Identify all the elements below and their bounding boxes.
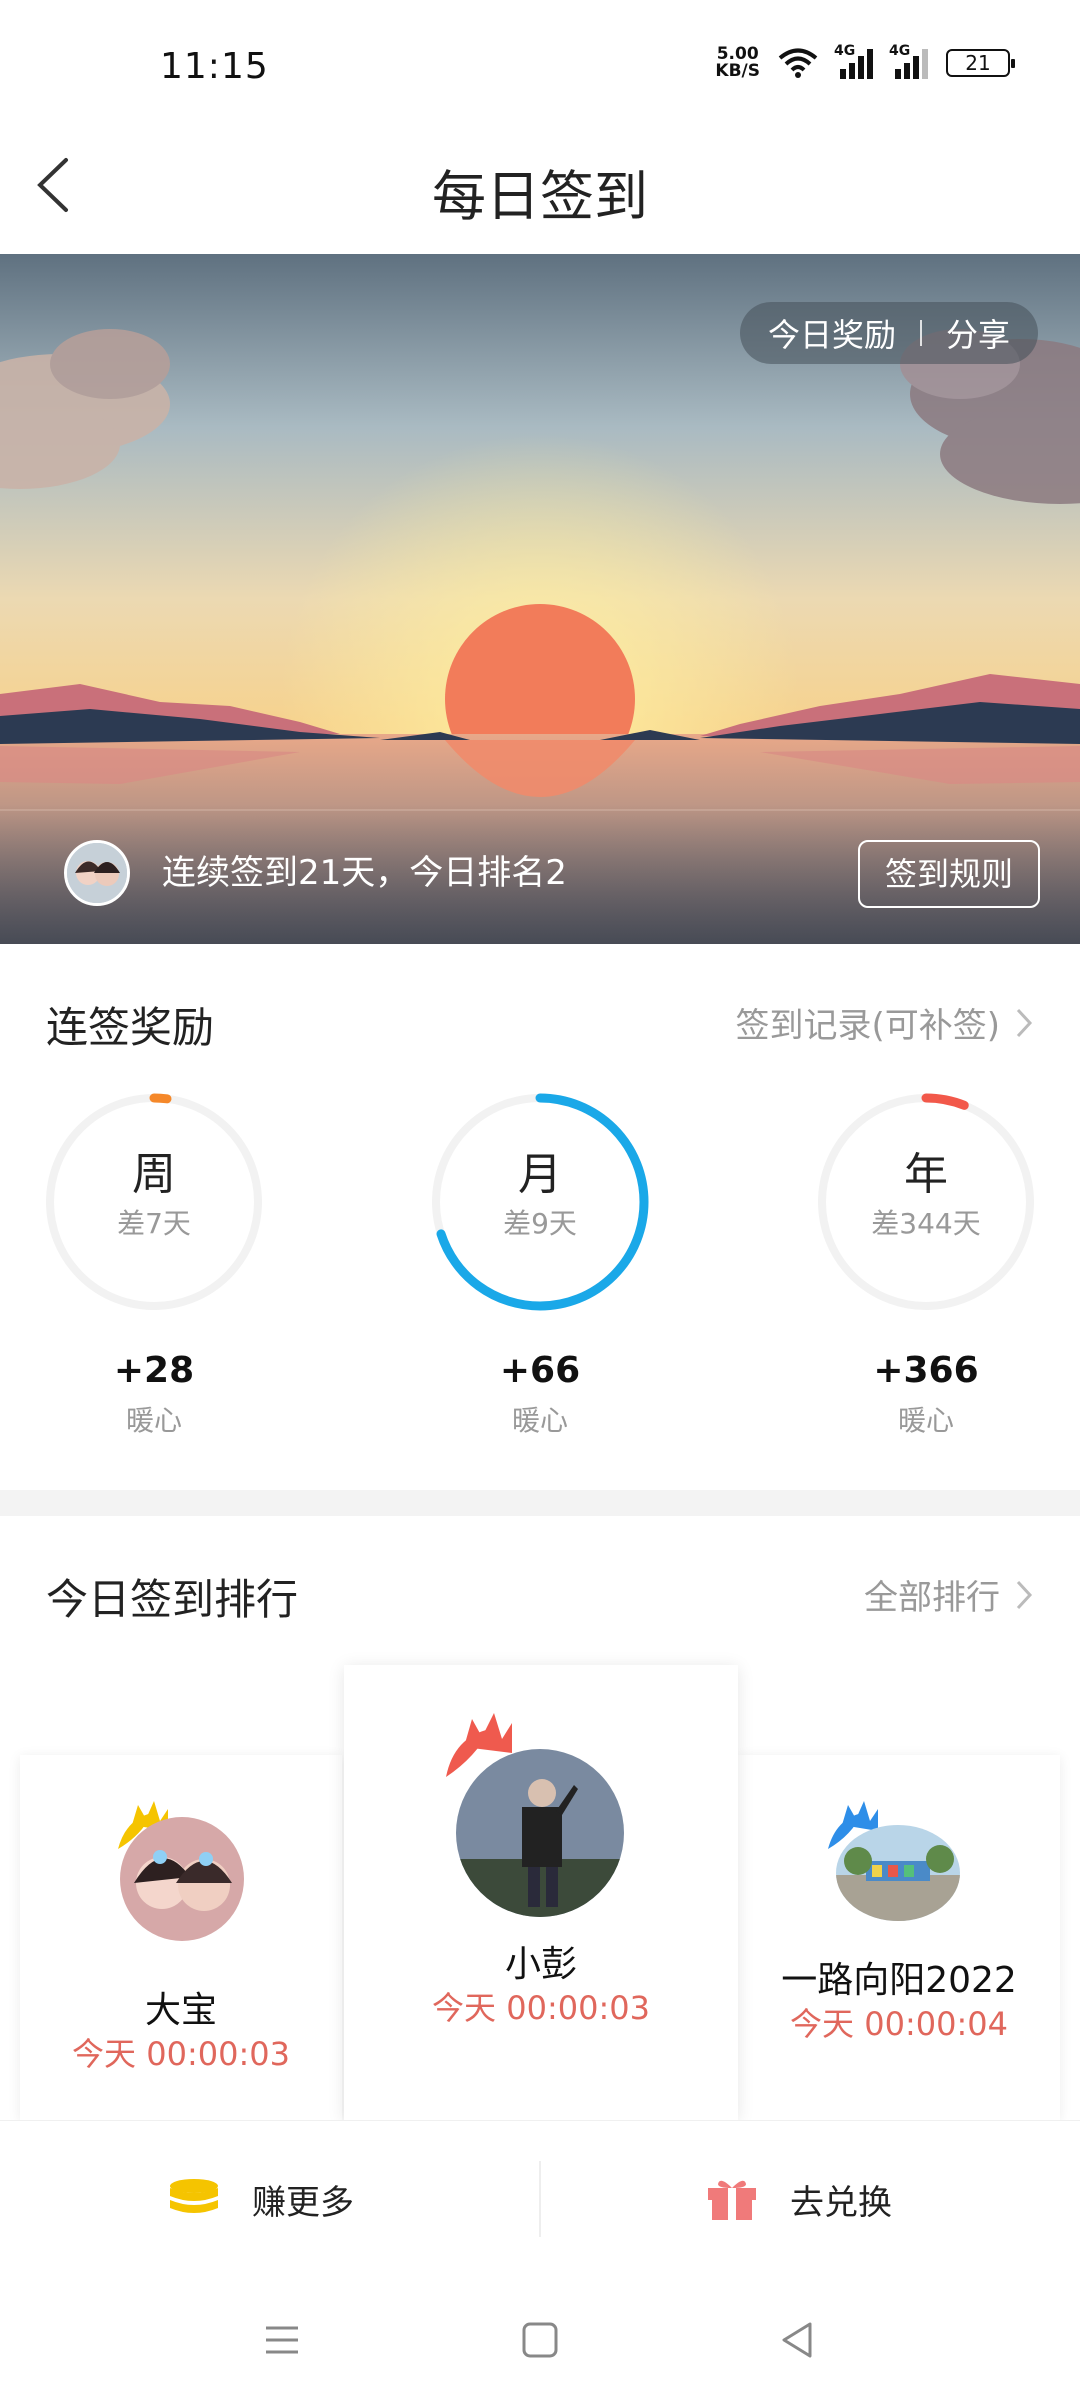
rank-name-first: 小彭 bbox=[504, 1944, 577, 1985]
bottom-divider bbox=[539, 2161, 541, 2237]
menu-icon[interactable] bbox=[252, 2310, 312, 2370]
chevron-right-icon bbox=[1016, 1008, 1033, 1037]
year-reward-amount: +366 bbox=[873, 1350, 979, 1391]
reward-share-pill: 今日奖励 分享 bbox=[739, 302, 1038, 364]
coin-stack-icon bbox=[170, 2179, 218, 2213]
signal-icon-sim1: 4G bbox=[834, 43, 873, 79]
rank-avatar-third bbox=[836, 1825, 960, 1921]
ranking-section-title: 今日签到排行 bbox=[46, 1575, 299, 1624]
rank-card-first[interactable]: 小彭 今天 00:00:03 bbox=[344, 1665, 738, 2120]
rank-card-third[interactable]: 一路向阳2022 今天 00:00:04 bbox=[738, 1755, 1060, 2120]
share-link[interactable]: 分享 bbox=[946, 310, 1010, 356]
app-header: 每日签到 bbox=[0, 120, 1080, 254]
rank-name-second: 大宝 bbox=[144, 1990, 217, 2031]
checkin-rules-button[interactable]: 签到规则 bbox=[858, 840, 1040, 908]
status-bar: 11:15 5.00 KB/S 4G 4G 21 bbox=[0, 0, 1080, 120]
week-remaining: 差7天 bbox=[117, 1207, 191, 1240]
streak-section-title: 连签奖励 bbox=[46, 1003, 215, 1052]
streak-section-header: 连签奖励 签到记录(可补签) bbox=[0, 980, 1080, 1060]
year-remaining: 差344天 bbox=[871, 1207, 981, 1240]
system-nav-bar bbox=[0, 2276, 1080, 2400]
year-label: 年 bbox=[904, 1149, 948, 1200]
exchange-button[interactable]: 去兑换 bbox=[706, 2121, 892, 2277]
net-speed: 5.00 KB/S bbox=[715, 44, 760, 81]
chevron-right-icon bbox=[1016, 1580, 1033, 1609]
year-reward-unit: 暖心 bbox=[897, 1404, 954, 1437]
checkin-record-link[interactable]: 签到记录(可补签) bbox=[735, 998, 1034, 1047]
streak-week[interactable]: 周 差7天 +28 暖心 bbox=[34, 1090, 274, 1439]
month-remaining: 差9天 bbox=[503, 1207, 577, 1240]
gift-icon bbox=[708, 2180, 756, 2220]
wifi-icon bbox=[778, 48, 818, 78]
rank-time-second: 今天 00:00:03 bbox=[72, 2035, 290, 2073]
week-reward-unit: 暖心 bbox=[125, 1404, 182, 1437]
home-square-icon[interactable] bbox=[510, 2310, 570, 2370]
page-title: 每日签到 bbox=[432, 165, 648, 228]
section-divider bbox=[0, 1490, 1080, 1516]
streak-year[interactable]: 年 差344天 +366 暖心 bbox=[806, 1090, 1046, 1439]
rank-card-second[interactable]: 大宝 今天 00:00:03 bbox=[20, 1755, 342, 2120]
all-ranking-link[interactable]: 全部排行 bbox=[864, 1570, 1034, 1619]
back-triangle-icon[interactable] bbox=[768, 2310, 828, 2370]
rank-avatar-first bbox=[456, 1749, 624, 1917]
user-avatar[interactable] bbox=[64, 840, 130, 906]
battery-icon: 21 bbox=[946, 49, 1015, 77]
rank-name-third: 一路向阳2022 bbox=[781, 1960, 1017, 2001]
status-icons: 5.00 KB/S 4G 4G 21 bbox=[715, 43, 1015, 81]
streak-summary: 连续签到21天，今日排名2 bbox=[162, 853, 567, 893]
signal-icon-sim2: 4G bbox=[889, 43, 928, 79]
pill-divider bbox=[919, 320, 922, 346]
month-reward-amount: +66 bbox=[499, 1350, 581, 1391]
earn-more-button[interactable]: 赚更多 bbox=[168, 2121, 354, 2277]
sunrise-banner: 今日奖励 分享 连续签到21天，今日排名2 签到规则 bbox=[0, 254, 1080, 944]
rank-time-third: 今天 00:00:04 bbox=[790, 2005, 1008, 2043]
week-label: 周 bbox=[132, 1149, 176, 1200]
rank-time-first: 今天 00:00:03 bbox=[432, 1989, 650, 2027]
rank-avatar-second bbox=[120, 1817, 244, 1941]
ranking-section-header: 今日签到排行 全部排行 bbox=[0, 1552, 1080, 1632]
status-time: 11:15 bbox=[160, 46, 269, 87]
streak-month[interactable]: 月 差9天 +66 暖心 bbox=[420, 1090, 660, 1439]
month-label: 月 bbox=[518, 1149, 562, 1200]
month-reward-unit: 暖心 bbox=[511, 1404, 568, 1437]
bottom-action-bar: 赚更多 去兑换 bbox=[0, 2120, 1080, 2276]
week-reward-amount: +28 bbox=[113, 1350, 195, 1391]
today-reward-link[interactable]: 今日奖励 bbox=[768, 310, 896, 356]
